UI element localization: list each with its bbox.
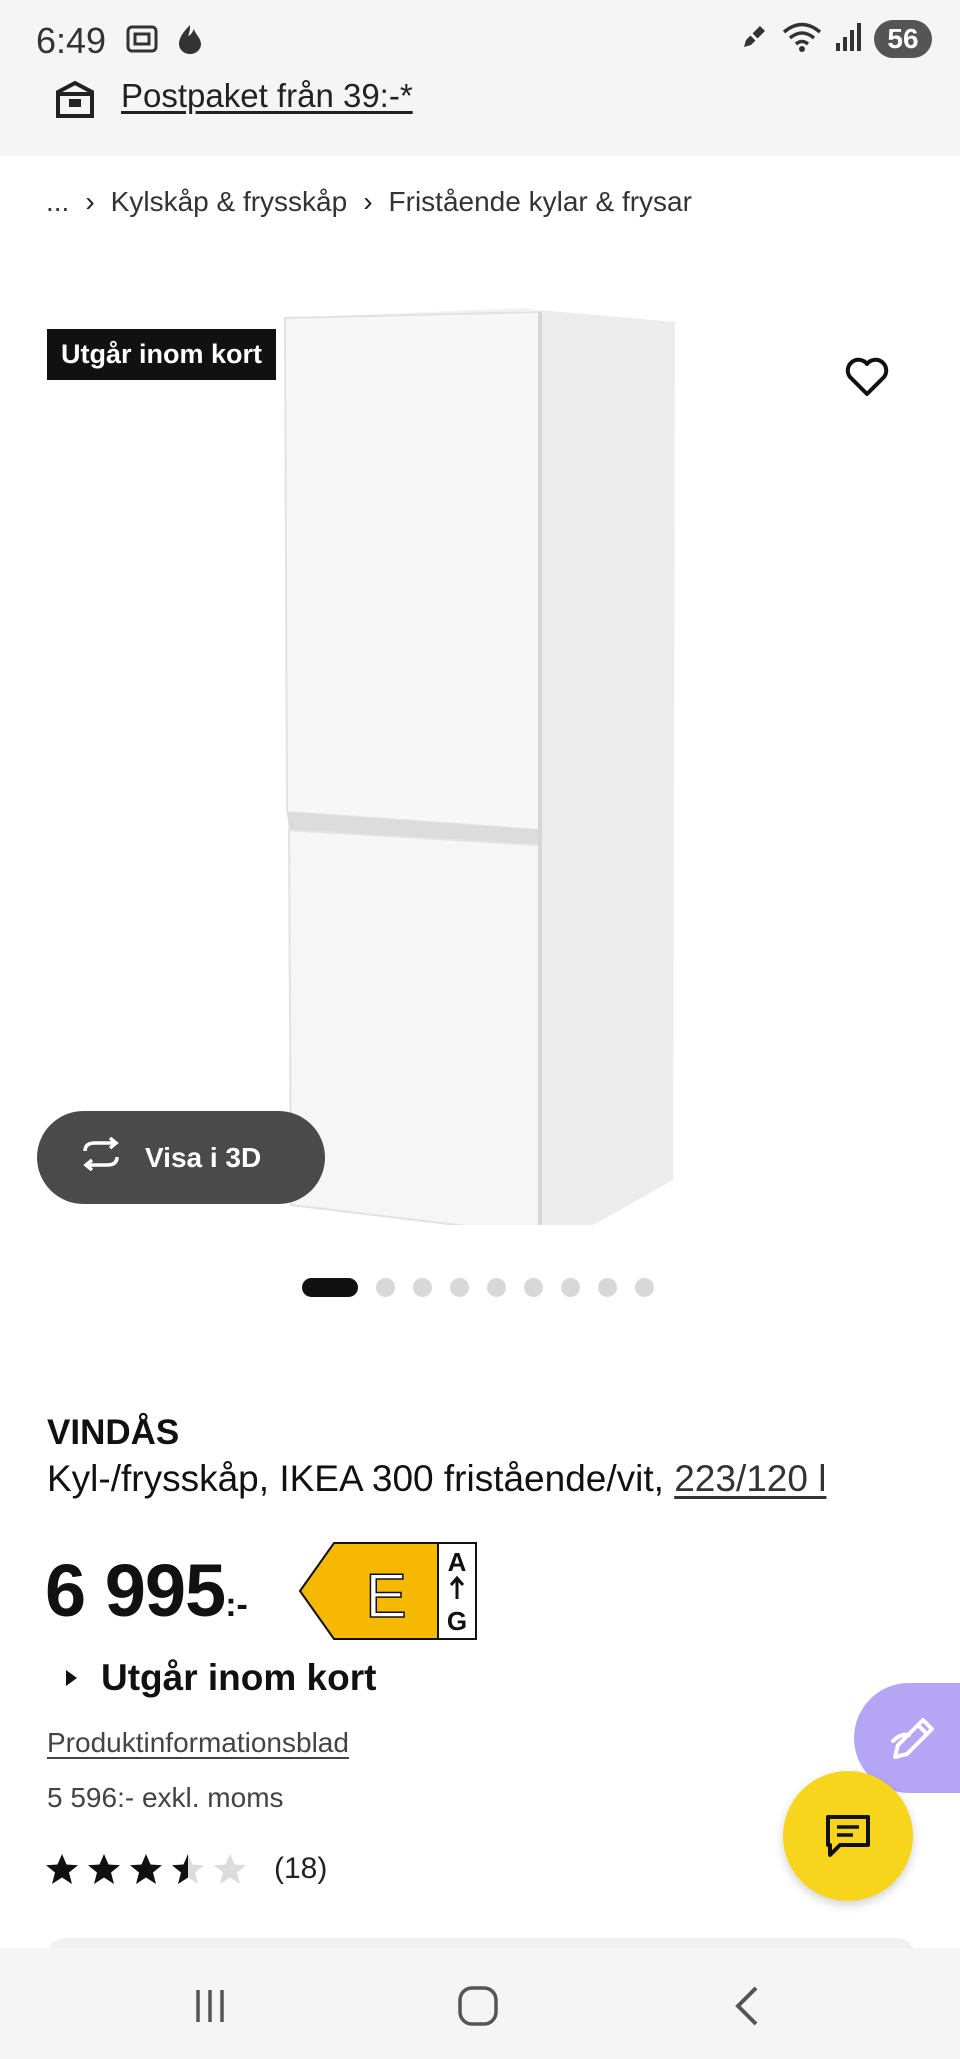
product-info-sheet-link[interactable]: Produktinformationsblad bbox=[47, 1727, 349, 1759]
price: 6 995 :- bbox=[45, 1548, 248, 1633]
star-icon bbox=[88, 1854, 120, 1884]
rating[interactable]: (18) bbox=[44, 1852, 327, 1886]
volume-link[interactable]: 223/120 l bbox=[674, 1458, 826, 1499]
caret-right-icon bbox=[66, 1670, 77, 1686]
review-count: (18) bbox=[274, 1852, 328, 1885]
breadcrumb-item-fridges-freezers[interactable]: Kylskåp & frysskåp bbox=[111, 186, 348, 218]
price-main: 6 995 bbox=[45, 1549, 226, 1632]
empty-star-icon bbox=[214, 1854, 246, 1884]
energy-label[interactable]: E A G bbox=[298, 1541, 480, 1646]
view-in-3d-button[interactable]: Visa i 3D bbox=[37, 1111, 325, 1204]
price-excl-vat: 5 596:- exkl. moms bbox=[47, 1782, 284, 1813]
wifi-icon bbox=[782, 21, 822, 58]
chat-icon bbox=[826, 1815, 870, 1857]
discontinued-badge: Utgår inom kort bbox=[47, 329, 277, 380]
view-in-3d-label: Visa i 3D bbox=[145, 1141, 262, 1173]
carousel-dot[interactable] bbox=[561, 1278, 580, 1297]
status-bar: 6:49 56 bbox=[0, 0, 960, 80]
status-time: 6:49 bbox=[36, 20, 107, 61]
chat-button[interactable] bbox=[783, 1771, 913, 1901]
breadcrumb-item-freestanding[interactable]: Fristående kylar & frysar bbox=[389, 186, 692, 218]
home-button[interactable] bbox=[448, 1976, 508, 2036]
home-icon bbox=[458, 1986, 498, 2026]
back-icon bbox=[735, 1986, 758, 2026]
product-image bbox=[283, 308, 675, 1225]
product-image-carousel[interactable]: Visa i 3D bbox=[0, 260, 960, 1260]
carousel-dot[interactable] bbox=[635, 1278, 654, 1297]
half-star-icon bbox=[172, 1854, 204, 1884]
signal-icon bbox=[834, 21, 862, 58]
fire-icon bbox=[173, 22, 207, 61]
chevron-right-icon: › bbox=[363, 186, 373, 217]
pencil-icon bbox=[891, 1718, 934, 1759]
recent-apps-icon bbox=[196, 1990, 224, 2022]
screenshot-icon bbox=[125, 22, 159, 61]
energy-class: E bbox=[365, 1562, 406, 1631]
product-description: Kyl-/frysskåp, IKEA 300 fristående/vit, … bbox=[47, 1458, 827, 1499]
heart-icon bbox=[845, 357, 889, 396]
carousel-dot[interactable] bbox=[450, 1278, 469, 1297]
star-icon bbox=[46, 1854, 78, 1884]
carousel-dot[interactable] bbox=[598, 1278, 617, 1297]
carousel-dot[interactable] bbox=[524, 1278, 543, 1297]
availability-label: Utgår inom kort bbox=[101, 1657, 377, 1698]
chevron-right-icon: › bbox=[85, 186, 95, 217]
breadcrumb: ... › Kylskåp & frysskåp › Fristående ky… bbox=[46, 186, 692, 218]
favorite-button[interactable] bbox=[840, 350, 894, 404]
energy-top-class: A bbox=[448, 1547, 467, 1577]
energy-bottom-class: G bbox=[447, 1606, 467, 1636]
rotate-3d-icon bbox=[77, 1136, 125, 1178]
product-name: VINDÅS bbox=[47, 1413, 180, 1452]
carousel-dot[interactable] bbox=[487, 1278, 506, 1297]
availability-toggle[interactable]: Utgår inom kort bbox=[66, 1657, 376, 1699]
carousel-dot[interactable] bbox=[376, 1278, 395, 1297]
star-icon bbox=[130, 1854, 162, 1884]
carousel-dot[interactable] bbox=[302, 1278, 358, 1297]
breadcrumb-ellipsis[interactable]: ... bbox=[46, 186, 69, 218]
carousel-pagination bbox=[302, 1278, 654, 1297]
price-suffix: :- bbox=[225, 1586, 248, 1624]
delivery-link[interactable]: Postpaket från 39:-* bbox=[121, 77, 413, 115]
carousel-dot[interactable] bbox=[413, 1278, 432, 1297]
pen-off-icon bbox=[738, 21, 770, 58]
back-button[interactable] bbox=[718, 1976, 778, 2036]
system-nav-bar bbox=[0, 1948, 960, 2059]
recent-apps-button[interactable] bbox=[180, 1976, 240, 2036]
battery-indicator: 56 bbox=[874, 20, 932, 58]
parcel-icon bbox=[54, 80, 96, 125]
